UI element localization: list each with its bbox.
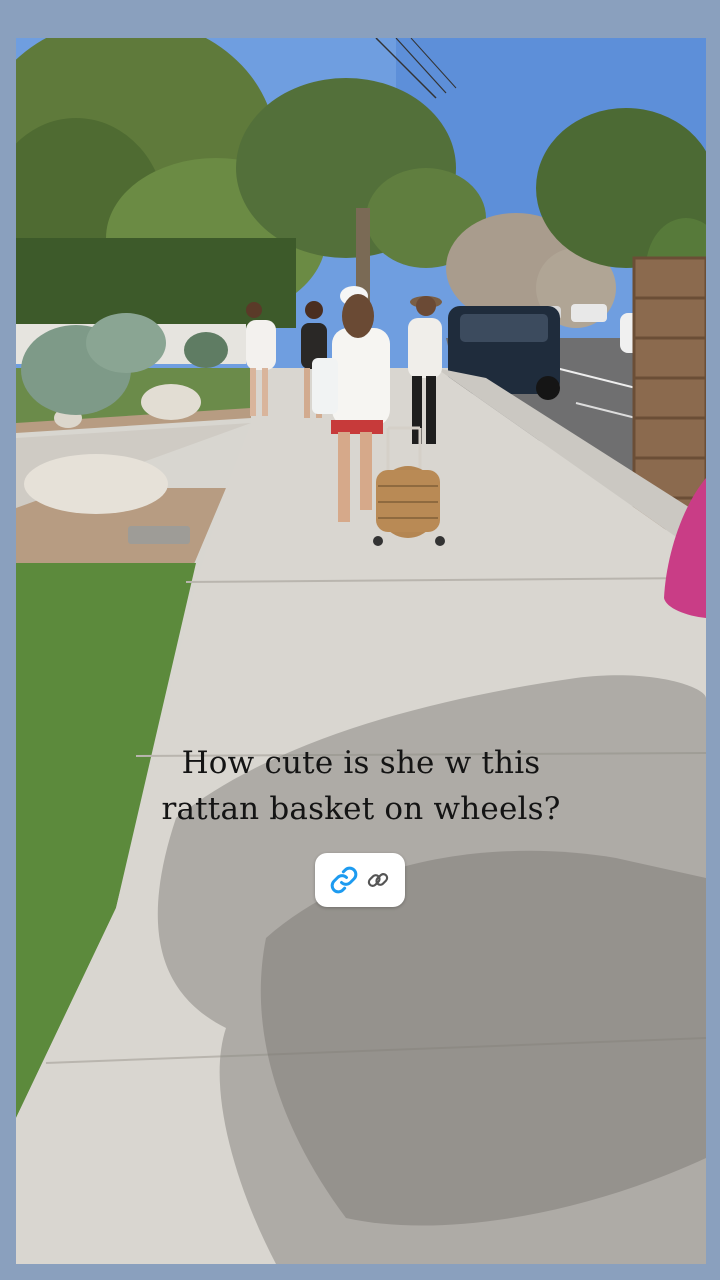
caption-line-2: rattan basket on wheels? bbox=[161, 791, 561, 827]
link-sticker[interactable] bbox=[315, 853, 405, 907]
story-caption: How cute is she w this rattan basket on … bbox=[16, 740, 706, 832]
story-photo bbox=[16, 38, 706, 1264]
chain-link-icon bbox=[365, 867, 391, 893]
link-icon bbox=[329, 865, 359, 895]
caption-line-1: How cute is she w this bbox=[181, 745, 541, 781]
story-frame: How cute is she w this rattan basket on … bbox=[16, 38, 706, 1264]
